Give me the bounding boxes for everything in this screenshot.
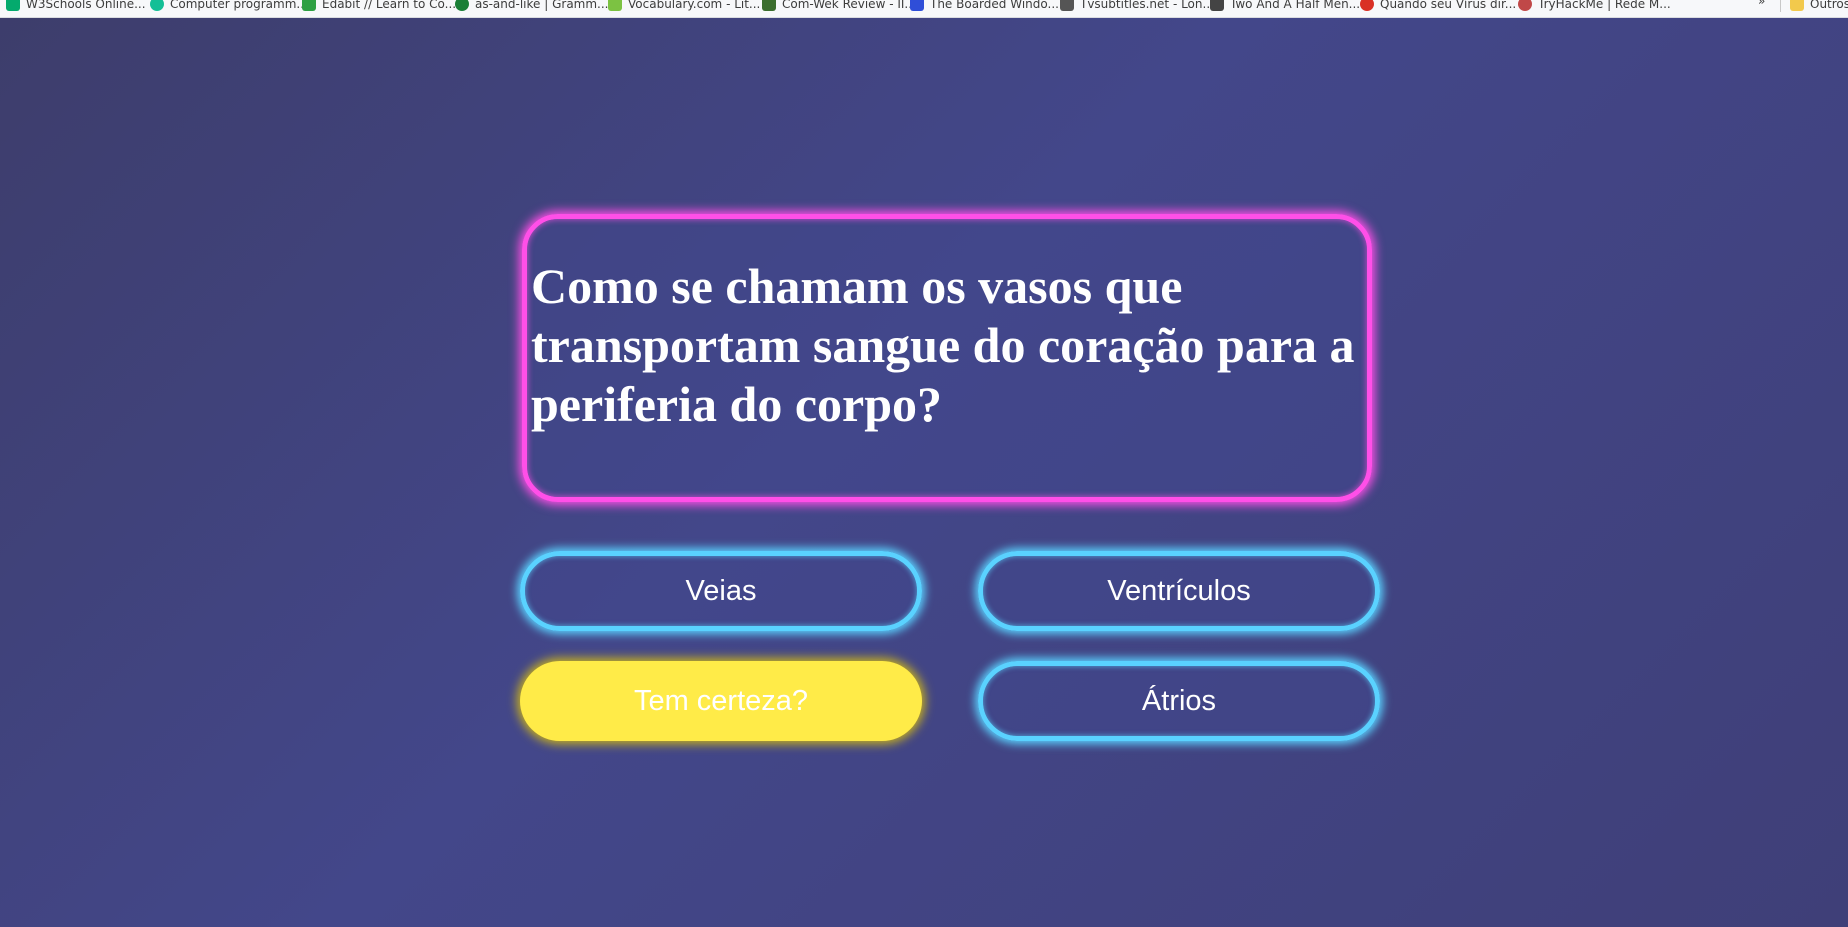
bookmark-label: Vocabulary.com - Lit... [628,0,761,11]
folder-icon [1790,0,1804,11]
answer-button-4[interactable]: Átrios [978,661,1380,741]
bookmark-label: TryHackMe | Redé M... [1538,0,1671,11]
answer-button-3-selected[interactable]: Tem certeza? [520,661,922,741]
bookmark-label: Quando seu Vírus dir... [1380,0,1517,11]
answer-button-1[interactable]: Veias [520,551,922,631]
hexagon-icon [150,0,164,11]
chart-icon [910,0,924,11]
answer-label: Veias [685,574,757,607]
bookmark-tryhackme[interactable]: TryHackMe | Redé M... [1518,0,1671,14]
bookmark-boarded-window[interactable]: The Boarded Windo... [910,0,1059,14]
answer-button-2[interactable]: Ventrículos [978,551,1380,631]
bookmark-tvsubtitles[interactable]: Tvsubtitles.net - Lon... [1060,0,1214,14]
comwek-icon [762,0,776,11]
bookmarks-overflow-button[interactable]: » [1758,0,1765,8]
bookmark-label: Edabit // Learn to Co... [322,0,457,11]
answer-label: Ventrículos [1107,574,1251,607]
tryhackme-icon [1518,0,1532,11]
film-icon [1210,0,1224,11]
answer-label: Tem certeza? [633,684,809,717]
bookmark-label: Computer programm... [170,0,308,11]
vocabulary-icon [608,0,622,11]
edabit-icon [302,0,316,11]
bookmark-label: Tvsubtitles.net - Lon... [1080,0,1214,11]
bookmark-comwek[interactable]: Com-Wek Review - II... [762,0,916,14]
bookmark-grammar[interactable]: as-and-like | Gramm... [455,0,609,14]
bookmark-label: Outros [1810,0,1848,11]
bookmark-label: as-and-like | Gramm... [475,0,609,11]
bookmarks-bar: W3Schools Online... Computer programm...… [0,0,1848,18]
question-card: Como se chamam os vasos que transportam … [522,214,1372,502]
w3schools-icon [6,0,20,11]
bookmark-computer-programming[interactable]: Computer programm... [150,0,308,14]
bookmark-label: The Boarded Windo... [930,0,1059,11]
bookmark-label: Com-Wek Review - II... [782,0,916,11]
grammar-icon [455,0,469,11]
bookmark-label: Two And A Half Men... [1230,0,1361,11]
answer-label: Átrios [1141,684,1217,717]
tvsubtitles-icon [1060,0,1074,11]
bookmark-quando-seu-virus[interactable]: Quando seu Vírus dir... [1360,0,1516,14]
bookmark-vocabulary[interactable]: Vocabulary.com - Lit... [608,0,760,14]
bookmark-edabit[interactable]: Edabit // Learn to Co... [302,0,456,14]
question-text: Como se chamam os vasos que transportam … [531,258,1355,432]
bookmarks-separator [1780,0,1781,12]
bookmark-w3schools[interactable]: W3Schools Online... [6,0,146,14]
bookmark-other-folder[interactable]: Outros [1790,0,1848,14]
bookmark-two-and-a-half-men[interactable]: Two And A Half Men... [1210,0,1360,14]
bookmark-label: W3Schools Online... [26,0,146,11]
virus-icon [1360,0,1374,11]
